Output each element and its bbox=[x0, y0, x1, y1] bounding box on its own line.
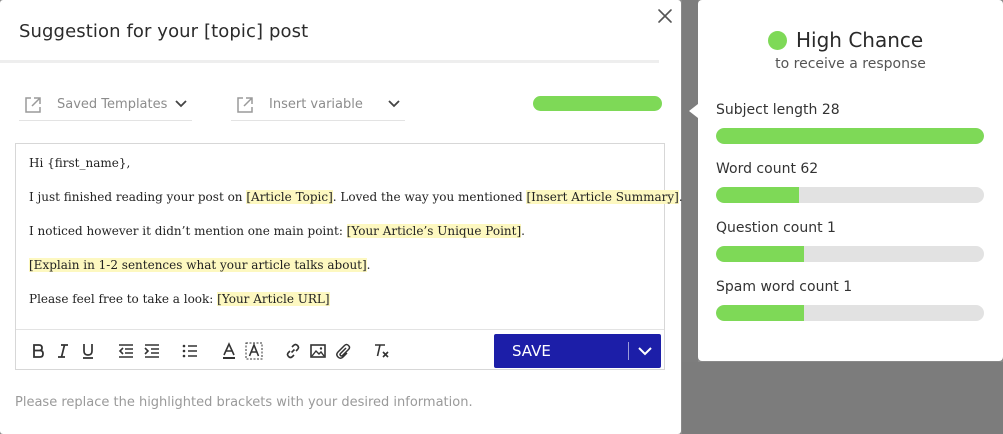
editor-text: I noticed however it didn’t mention one … bbox=[29, 224, 347, 238]
indent-icon[interactable] bbox=[143, 342, 161, 360]
clear-format-icon[interactable] bbox=[373, 342, 391, 360]
attachment-icon[interactable] bbox=[334, 342, 352, 360]
metric-spam-word-count: Spam word count 1 bbox=[716, 279, 984, 321]
editor-line: [Explain in 1-2 sentences what your arti… bbox=[29, 258, 649, 273]
metric-subject-length: Subject length 28 bbox=[716, 102, 984, 144]
metric-word-count: Word count 62 bbox=[716, 161, 984, 203]
metric-track bbox=[716, 246, 984, 262]
chance-progress-bar bbox=[533, 96, 662, 111]
save-options-button[interactable] bbox=[629, 334, 661, 368]
panel-pointer bbox=[689, 104, 698, 118]
metric-track bbox=[716, 305, 984, 321]
save-button-group: SAVE bbox=[494, 334, 661, 368]
placeholder-highlight: [Article Topic] bbox=[246, 190, 333, 204]
highlight-color-icon[interactable] bbox=[245, 342, 263, 360]
metric-question-count: Question count 1 bbox=[716, 220, 984, 262]
metric-label: Question count 1 bbox=[716, 220, 836, 236]
bullet-list-icon[interactable] bbox=[181, 342, 199, 360]
placeholder-highlight: [Insert Article Summary] bbox=[526, 190, 679, 204]
editor-text: I just finished reading your post on bbox=[29, 190, 247, 204]
editor-line: Please feel free to take a look: [Your A… bbox=[29, 292, 649, 307]
chance-row: High Chance bbox=[768, 28, 923, 52]
editor-line: Hi {first_name}, bbox=[29, 156, 649, 171]
editor-line: I noticed however it didn’t mention one … bbox=[29, 224, 649, 239]
metric-fill bbox=[716, 128, 984, 144]
editor-text: Hi {first_name}, bbox=[29, 156, 131, 170]
metric-label: Subject length 28 bbox=[716, 102, 840, 118]
chevron-down-icon bbox=[638, 347, 652, 356]
editor-text: . Loved the way you mentioned bbox=[332, 190, 527, 204]
metric-track bbox=[716, 187, 984, 203]
italic-icon[interactable] bbox=[54, 342, 72, 360]
metric-label: Spam word count 1 bbox=[716, 279, 853, 295]
external-link-icon bbox=[25, 96, 41, 113]
title-divider bbox=[0, 60, 659, 63]
editor-text: Please feel free to take a look: bbox=[29, 292, 218, 306]
chevron-down-icon bbox=[388, 100, 400, 108]
image-icon[interactable] bbox=[309, 342, 327, 360]
saved-templates-label: Saved Templates bbox=[57, 97, 168, 112]
outdent-icon[interactable] bbox=[117, 342, 135, 360]
metric-track bbox=[716, 128, 984, 144]
chance-label: High Chance bbox=[796, 28, 924, 52]
editor-text: . bbox=[678, 190, 683, 204]
chance-subtitle: to receive a response bbox=[775, 56, 926, 72]
text-color-icon[interactable] bbox=[220, 342, 238, 360]
suggestion-modal: Suggestion for your [topic] post Saved T… bbox=[0, 0, 683, 434]
close-icon bbox=[658, 9, 672, 23]
editor-text: . bbox=[521, 224, 525, 238]
placeholder-highlight: [Your Article’s Unique Point] bbox=[346, 224, 522, 238]
close-button[interactable] bbox=[655, 6, 675, 26]
save-button[interactable]: SAVE bbox=[494, 334, 627, 368]
underline-icon[interactable] bbox=[79, 342, 97, 360]
metric-label: Word count 62 bbox=[716, 161, 819, 177]
metric-fill bbox=[716, 305, 805, 321]
bold-icon[interactable] bbox=[29, 342, 47, 360]
response-chance-panel: High Chance to receive a response Subjec… bbox=[698, 0, 1003, 361]
footer-note: Please replace the highlighted brackets … bbox=[15, 395, 473, 410]
placeholder-highlight: [Your Article URL] bbox=[217, 292, 330, 306]
editor-line: I just finished reading your post on [Ar… bbox=[29, 190, 683, 205]
chance-indicator-dot bbox=[768, 30, 787, 50]
metric-fill bbox=[716, 246, 805, 262]
editor-toolbar: SAVE bbox=[16, 329, 664, 371]
placeholder-highlight: [Explain in 1-2 sentences what your arti… bbox=[29, 258, 367, 272]
editor-text: . bbox=[366, 258, 371, 272]
external-link-icon bbox=[237, 96, 253, 113]
editor-body[interactable]: Hi {first_name}, I just finished reading … bbox=[29, 156, 683, 326]
email-editor[interactable]: Hi {first_name}, I just finished reading … bbox=[15, 143, 683, 371]
modal-title: Suggestion for your [topic] post bbox=[19, 21, 309, 42]
background-page-bottom bbox=[682, 362, 1003, 434]
insert-variable-dropdown[interactable]: Insert variable bbox=[231, 89, 405, 121]
chevron-down-icon bbox=[175, 100, 187, 108]
saved-templates-dropdown[interactable]: Saved Templates bbox=[19, 89, 192, 121]
insert-variable-label: Insert variable bbox=[269, 97, 363, 112]
metric-fill bbox=[716, 187, 800, 203]
link-icon[interactable] bbox=[284, 342, 302, 360]
